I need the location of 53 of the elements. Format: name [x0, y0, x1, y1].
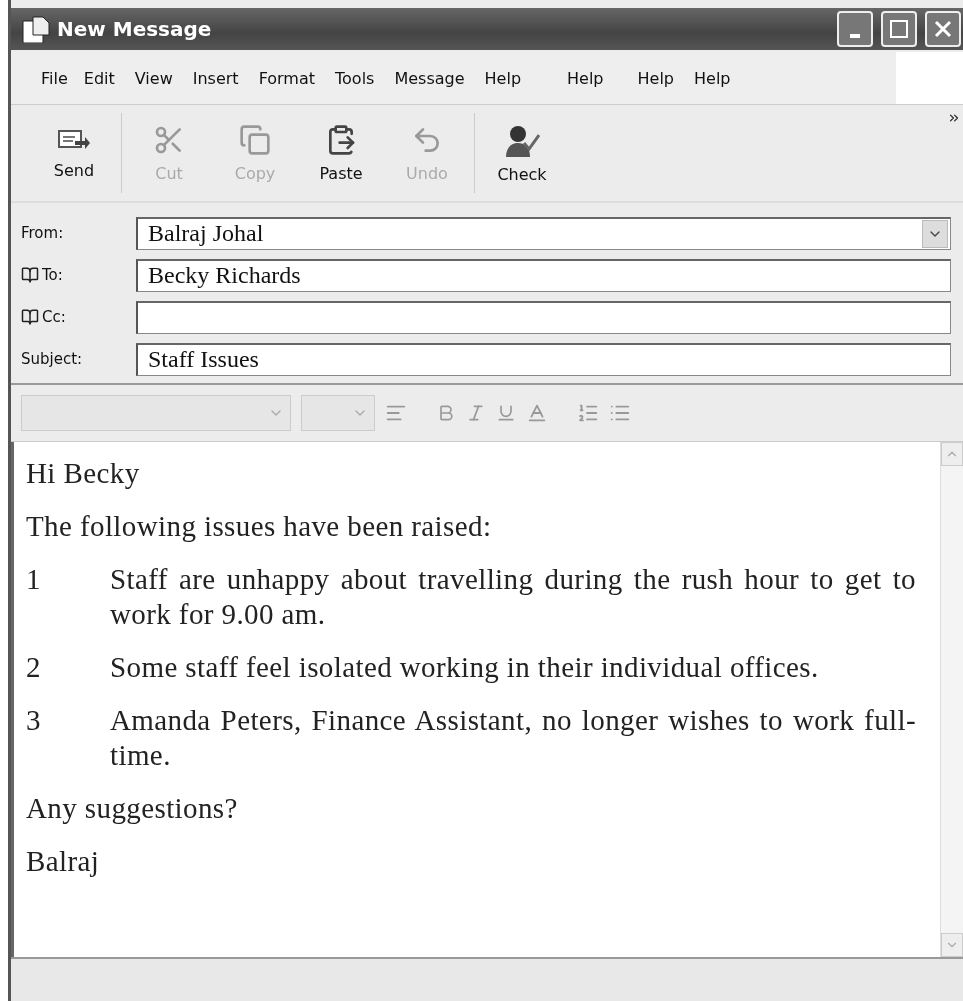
- menu-item[interactable]: File: [33, 64, 76, 92]
- field-label: Cc:: [42, 308, 66, 326]
- send-button[interactable]: Send: [31, 105, 117, 201]
- menu-item[interactable]: Help: [476, 64, 530, 92]
- underline-icon[interactable]: [496, 403, 516, 423]
- menu-item[interactable]: Help: [559, 64, 612, 92]
- item-number: 3: [26, 703, 42, 738]
- font-color-icon[interactable]: [526, 402, 548, 424]
- font-dropdown[interactable]: [21, 395, 291, 431]
- menu-item[interactable]: Insert: [184, 64, 247, 92]
- address-book-icon[interactable]: [21, 266, 39, 284]
- numbered-list-icon[interactable]: [577, 402, 599, 424]
- dropdown-button[interactable]: [922, 219, 948, 248]
- menu-item[interactable]: Tools: [327, 64, 383, 92]
- copy-icon: [239, 123, 271, 156]
- window-title: New Message: [57, 17, 213, 41]
- more-icon[interactable]: [947, 111, 961, 125]
- body-paragraph: Hi Becky: [26, 456, 141, 491]
- item-number: 2: [26, 650, 42, 685]
- menu-item[interactable]: Help: [629, 64, 682, 92]
- body-paragraph: Any suggestions?: [26, 791, 239, 826]
- close-icon: [934, 20, 952, 38]
- field-label: From:: [21, 224, 64, 242]
- item-text: Staff are unhappy about travelling during the rush hour to get to work for 9.00 am.: [110, 562, 916, 632]
- minimize-icon: [850, 34, 860, 38]
- check-button[interactable]: Check: [479, 105, 565, 201]
- scrollbar[interactable]: [940, 442, 963, 957]
- italic-icon[interactable]: [466, 403, 486, 423]
- paste-button[interactable]: Paste: [298, 105, 384, 201]
- minimize-button[interactable]: [837, 11, 873, 47]
- item-text: Some staff feel isolated working in their individual offices.: [110, 650, 820, 685]
- message-body[interactable]: [11, 442, 963, 957]
- address-book-icon[interactable]: [21, 308, 39, 326]
- menu-item[interactable]: Edit: [75, 64, 123, 92]
- menu-item[interactable]: Help: [686, 64, 739, 92]
- item-number: 1: [26, 562, 42, 597]
- field-label: To:: [42, 266, 63, 284]
- item-text: Amanda Peters, Finance Assistant, no longer wishes to work full-time.: [110, 703, 916, 773]
- maximize-button[interactable]: [881, 11, 917, 47]
- menu-item[interactable]: Format: [250, 64, 323, 92]
- body-paragraph: Balraj: [26, 844, 101, 879]
- close-button[interactable]: [925, 11, 961, 47]
- menu-item[interactable]: Message: [386, 64, 473, 92]
- maximize-icon: [890, 20, 908, 38]
- input-field[interactable]: Staff Issues: [136, 342, 951, 376]
- input-field[interactable]: [136, 300, 951, 334]
- from-dropdown[interactable]: Balraj Johal: [136, 216, 951, 250]
- field-label: Subject:: [21, 350, 83, 368]
- body-paragraph: The following issues have been raised:: [26, 509, 493, 544]
- menu-item[interactable]: View: [126, 64, 181, 92]
- size-dropdown[interactable]: [301, 395, 375, 431]
- input-field[interactable]: Becky Richards: [136, 258, 951, 292]
- document-icon: [21, 15, 51, 43]
